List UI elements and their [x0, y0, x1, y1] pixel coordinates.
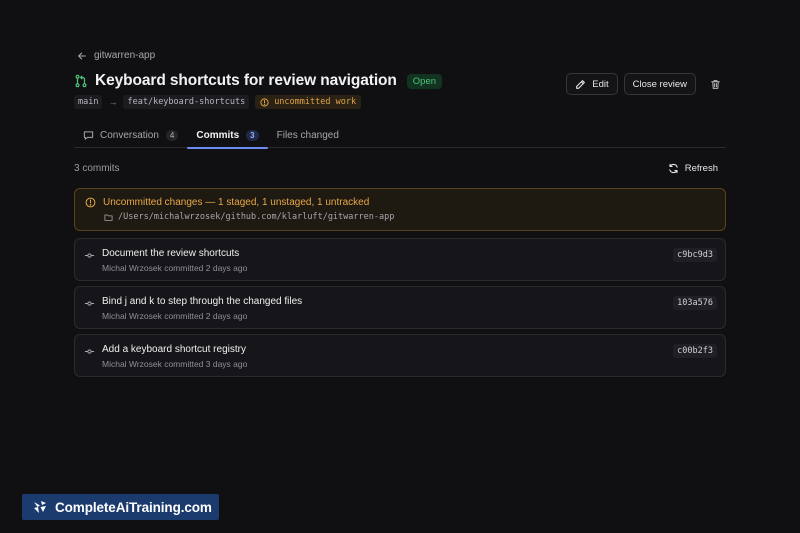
- status-badge: Open: [406, 73, 443, 89]
- arrow-right-icon: →: [108, 97, 118, 107]
- back-link[interactable]: gitwarren-app: [77, 50, 155, 61]
- refresh-button[interactable]: Refresh: [668, 163, 718, 174]
- commit-message: Document the review shortcuts: [102, 248, 240, 259]
- commit-sha[interactable]: c00b2f3: [673, 344, 717, 358]
- watermark-text: CompleteAiTraining.com: [55, 499, 212, 515]
- commit-count: 3 commits: [74, 163, 120, 174]
- branch-row: main → feat/keyboard-shortcuts uncommitt…: [74, 95, 362, 109]
- title-row: Keyboard shortcuts for review navigation…: [74, 72, 443, 90]
- commits-subheader: 3 commits Refresh: [74, 163, 726, 174]
- uncommitted-work-label: uncommitted work: [274, 97, 357, 107]
- tab-files-changed[interactable]: Files changed: [268, 122, 348, 148]
- commit-meta: Michal Wrzosek committed 3 days ago: [102, 359, 248, 369]
- commit-meta: Michal Wrzosek committed 2 days ago: [102, 311, 248, 321]
- tab-conversation[interactable]: Conversation 4: [74, 122, 187, 148]
- tab-label: Files changed: [276, 129, 339, 141]
- commit-row[interactable]: Bind j and k to step through the changed…: [74, 286, 726, 329]
- uncommitted-changes-alert: Uncommitted changes — 1 staged, 1 unstag…: [74, 188, 726, 231]
- page-title: Keyboard shortcuts for review navigation: [95, 72, 397, 89]
- tab-count: 4: [165, 129, 179, 141]
- git-commit-icon: [84, 301, 95, 306]
- close-review-button[interactable]: Close review: [623, 73, 696, 95]
- pencil-icon: [576, 79, 586, 89]
- back-link-label: gitwarren-app: [94, 50, 156, 61]
- chat-bubble-icon: [83, 130, 94, 140]
- tab-label: Commits: [196, 129, 240, 141]
- clock-warning-icon: [85, 197, 96, 208]
- tab-commits[interactable]: Commits 3: [187, 122, 268, 149]
- tab-label: Conversation: [100, 129, 159, 141]
- commit-row[interactable]: Add a keyboard shortcut registry Michal …: [74, 334, 726, 377]
- commit-row[interactable]: Document the review shortcuts Michal Wrz…: [74, 238, 726, 281]
- watermark-badge: CompleteAiTraining.com: [22, 494, 219, 520]
- clock-warning-icon: [260, 97, 269, 107]
- refresh-label: Refresh: [684, 163, 718, 174]
- commit-sha[interactable]: c9bc9d3: [673, 248, 717, 262]
- delete-button[interactable]: [704, 73, 726, 95]
- base-branch-chip: main: [74, 95, 103, 109]
- close-review-label: Close review: [632, 78, 687, 90]
- folder-icon: [104, 214, 113, 221]
- trash-icon: [710, 79, 720, 89]
- commit-meta: Michal Wrzosek committed 2 days ago: [102, 263, 248, 273]
- tab-count: 3: [246, 129, 259, 141]
- alert-title: Uncommitted changes — 1 staged, 1 unstag…: [103, 197, 370, 208]
- commit-message: Bind j and k to step through the changed…: [102, 296, 303, 307]
- commit-message: Add a keyboard shortcut registry: [102, 344, 246, 355]
- git-commit-icon: [84, 253, 95, 258]
- brand-logo-icon: [34, 501, 46, 513]
- edit-button-label: Edit: [592, 78, 609, 90]
- tab-bar: Conversation 4 Commits 3 Files changed: [74, 122, 726, 149]
- git-pull-request-icon: [74, 74, 88, 88]
- edit-button[interactable]: Edit: [566, 73, 618, 95]
- refresh-icon: [669, 163, 678, 174]
- repo-path: /Users/michalwrzosek/github.com/klarluft…: [118, 212, 395, 222]
- head-branch-chip: feat/keyboard-shortcuts: [123, 95, 250, 109]
- arrow-left-icon: [78, 52, 86, 59]
- git-commit-icon: [84, 349, 95, 354]
- commit-sha[interactable]: 103a576: [673, 296, 717, 310]
- header-actions: Edit Close review: [566, 73, 726, 95]
- uncommitted-work-chip: uncommitted work: [255, 95, 362, 109]
